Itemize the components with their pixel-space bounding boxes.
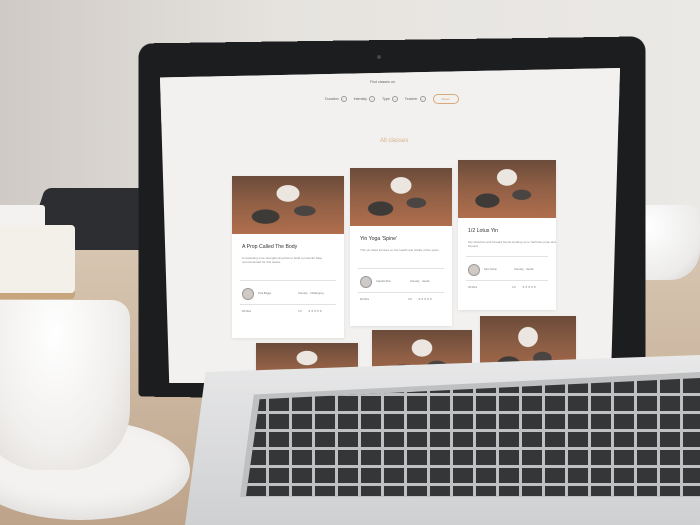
nav-title: Find classes on [370,80,395,84]
filter-intensity[interactable]: Intensity ⌄ [354,96,375,102]
filter-label: Teacher [404,97,418,101]
teacher-avatar [360,276,372,288]
teacher-name: Sam Stone [484,268,497,271]
divider [358,268,444,269]
class-photo [232,176,344,234]
filter-label: Type [381,97,390,101]
rating-value: 4.8 [408,298,412,301]
duration: 60 Mins [242,310,252,313]
book-stack [0,225,75,293]
duration: 45 Mins [468,286,478,289]
filter-type[interactable]: Type ⌄ [382,96,398,102]
star-rating-icon: ★★★★★ [308,309,323,313]
chevron-down-icon: ⌄ [419,96,426,102]
divider [240,280,336,281]
rating-value: 4.5 [298,310,302,313]
star-rating-icon: ★★★★★ [418,297,433,301]
teacher-name: Tara Baggs [258,292,272,295]
laptop-screen: Find classes on Duration ⌄ Intensity ⌄ T… [160,68,620,383]
class-title: 1/2 Lotus Yin [468,228,498,234]
chevron-down-icon: ⌄ [340,96,347,102]
section-title: All classes [380,138,409,144]
teacher-name: Claudia Shiu [376,280,391,283]
class-card[interactable]: A Prop Called The Body A rewarding core … [232,176,344,338]
duration: 60 Mins [360,298,370,301]
filter-bar: Duration ⌄ Intensity ⌄ Type ⌄ Teacher ⌄ … [325,94,459,104]
class-photo [458,160,556,218]
star-rating-icon: ★★★★★ [522,285,537,289]
teacher-avatar [242,288,254,300]
site-nav: Find classes on Duration ⌄ Intensity ⌄ T… [160,68,620,123]
filter-label: Intensity [353,97,367,101]
intensity-tag: Intensity · Gentle [410,280,430,283]
rating-value: 4.9 [512,286,516,289]
reset-button[interactable]: Reset [432,94,459,104]
divider [358,292,444,293]
filter-duration[interactable]: Duration ⌄ [325,96,347,102]
teacher-avatar [468,264,480,276]
class-card[interactable]: Yin Yoga 'Spine' This yin class focuses … [350,168,452,326]
coffee-cup-left [0,300,130,470]
class-title: Yin Yoga 'Spine' [360,236,397,242]
class-card[interactable]: 1/2 Lotus Yin Hip stretches and forward … [458,160,556,310]
chevron-down-icon: ⌄ [391,96,398,102]
class-description: A rewarding core strengthening flow to b… [242,256,323,264]
divider [240,304,336,305]
intensity-tag: Intensity · Challenging [298,292,324,295]
filter-label: Duration [325,97,339,101]
camera-icon [377,55,381,59]
divider [466,256,548,257]
intensity-tag: Intensity · Gentle [514,268,534,271]
laptop-brand-label: MacBook Pro [380,366,444,377]
chevron-down-icon: ⌄ [368,96,375,102]
class-description: Hip stretches and forward bends working … [468,240,556,248]
class-title: A Prop Called The Body [242,244,298,250]
class-description: This yin class focuses on the health and… [360,248,439,252]
divider [466,280,548,281]
class-photo [350,168,452,226]
filter-teacher[interactable]: Teacher ⌄ [405,96,426,102]
